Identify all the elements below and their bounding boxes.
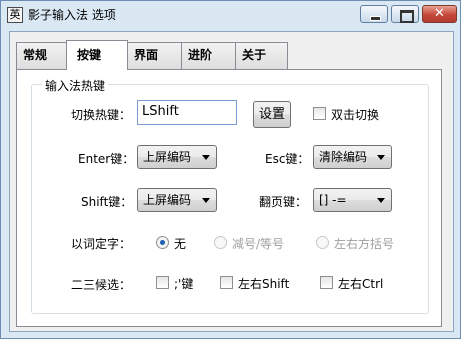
chevron-down-icon (202, 155, 210, 160)
candidate-semicolon-quote-label[interactable]: ;'键 (174, 275, 193, 292)
word-select-brackets-radio[interactable] (316, 236, 329, 249)
word-select-minus-equal-radio[interactable] (214, 236, 227, 249)
chevron-down-icon (377, 155, 385, 160)
dialog-client: 常规 按键 界面 进阶 关于 输入法热键 切换热键： LShift 设置 双击切… (9, 31, 454, 332)
candidate-semicolon-quote-checkbox[interactable] (156, 276, 169, 289)
candidate-ctrl-label[interactable]: 左右Ctrl (338, 275, 383, 292)
maximize-icon (392, 6, 418, 23)
candidate-shift-label[interactable]: 左右Shift (238, 275, 289, 292)
esc-key-value: 清除编码 (319, 150, 368, 164)
shift-key-value: 上屏编码 (143, 193, 192, 207)
word-select-brackets-label[interactable]: 左右方括号 (334, 235, 394, 252)
double-click-switch-label[interactable]: 双击切换 (331, 106, 379, 123)
candidate-ctrl-checkbox[interactable] (320, 276, 333, 289)
candidate-23-label: 二三候选： (71, 278, 132, 292)
options-window: 英 影子输入法 选项 ✕ 常规 按键 界面 进阶 关于 输入法热键 切换热键： … (0, 0, 461, 339)
tab-keys[interactable]: 按键 (66, 40, 128, 70)
tab-interface[interactable]: 界面 (127, 42, 182, 69)
tab-panel-keys: 输入法热键 切换热键： LShift 设置 双击切换 Enter键： 上屏编码 … (16, 69, 442, 327)
enter-key-select[interactable]: 上屏编码 (137, 145, 217, 169)
maximize-button[interactable] (391, 5, 419, 23)
minimize-button[interactable] (360, 5, 388, 23)
enter-key-value: 上屏编码 (143, 150, 192, 164)
word-select-none-label[interactable]: 无 (174, 235, 186, 252)
esc-key-select[interactable]: 清除编码 (313, 145, 392, 169)
minimize-icon (361, 6, 387, 22)
switch-hotkey-input[interactable]: LShift (137, 100, 237, 125)
page-key-select[interactable]: [] -= (313, 188, 392, 212)
word-select-label: 以词定字： (71, 237, 132, 251)
shift-key-label: Shift键： (81, 195, 133, 209)
word-select-minus-equal-label[interactable]: 减号/等号 (232, 235, 284, 252)
window-title: 影子输入法 选项 (28, 8, 116, 22)
double-click-switch-checkbox[interactable] (313, 107, 326, 120)
switch-hotkey-label: 切换热键： (71, 108, 132, 122)
set-hotkey-button[interactable]: 设置 (253, 101, 291, 128)
esc-key-label: Esc键： (265, 152, 310, 166)
chevron-down-icon (202, 198, 210, 203)
candidate-shift-checkbox[interactable] (220, 276, 233, 289)
word-select-none-radio[interactable] (156, 236, 169, 249)
page-key-value: [] -= (319, 193, 347, 207)
close-icon: ✕ (434, 6, 445, 21)
tab-advanced[interactable]: 进阶 (181, 42, 236, 69)
chevron-down-icon (377, 198, 385, 203)
tab-general[interactable]: 常规 (16, 42, 67, 69)
shift-key-select[interactable]: 上屏编码 (137, 188, 217, 212)
app-icon: 英 (7, 7, 23, 23)
hotkey-groupbox: 输入法热键 切换热键： LShift 设置 双击切换 Enter键： 上屏编码 … (31, 77, 429, 314)
page-key-label: 翻页键： (259, 195, 308, 209)
group-title: 输入法热键 (42, 77, 109, 94)
enter-key-label: Enter键： (78, 152, 135, 166)
close-button[interactable]: ✕ (422, 5, 457, 23)
title-bar[interactable]: 英 影子输入法 选项 ✕ (1, 1, 460, 29)
tab-about[interactable]: 关于 (235, 42, 288, 69)
